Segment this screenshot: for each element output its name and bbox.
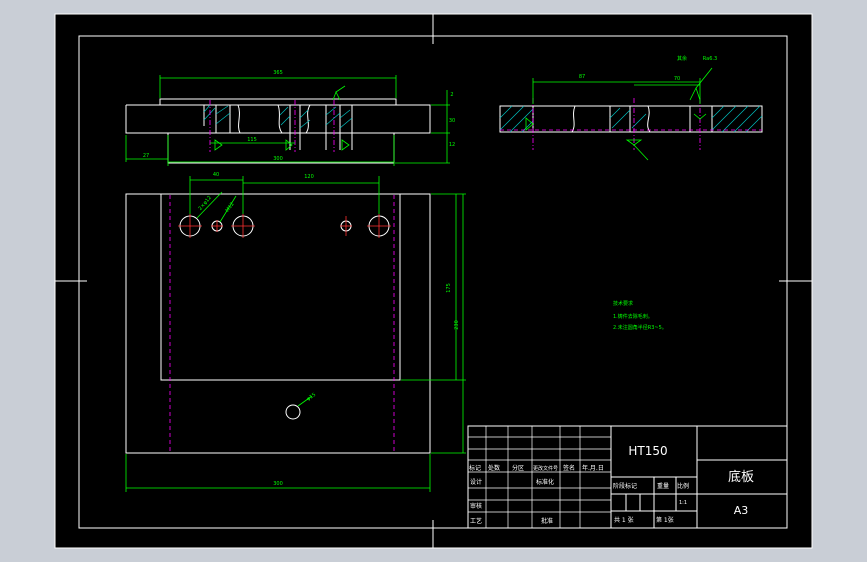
dim-left-offset: 27: [143, 153, 149, 159]
tb-sheet-no: 第 1张: [656, 516, 674, 524]
tb-scale-value: 1:1: [679, 500, 687, 506]
sheet-size: A3: [734, 504, 749, 517]
plan-dim-top: 120: [304, 174, 314, 180]
tb-scale: 比例: [677, 482, 689, 490]
tb-weight: 重量: [657, 482, 669, 490]
tb-count: 处数: [488, 464, 500, 472]
material-label: HT150: [628, 444, 667, 458]
notes-line-1: 1.铸件去除毛刺。: [613, 313, 653, 320]
roughness-symbol: Ra6.3: [703, 56, 717, 62]
plan-width-bottom: 300: [273, 481, 283, 487]
plan-height-inner: 175: [446, 283, 452, 293]
tb-marking: 标记: [469, 464, 481, 472]
part-name: 底板: [728, 469, 754, 485]
tb-process: 工艺: [470, 517, 482, 525]
side-dim-partial: 70: [674, 76, 680, 82]
tb-date: 年.月.日: [582, 464, 604, 472]
tb-review: 审核: [470, 502, 482, 510]
dim-overall-width: 365: [273, 70, 283, 76]
tb-stage-mark: 阶段标记: [613, 482, 637, 490]
tb-change-doc: 更改文件号: [533, 465, 558, 472]
tb-approve: 批准: [541, 517, 553, 525]
tb-zone: 分区: [512, 464, 524, 472]
tb-design: 设计: [470, 478, 482, 486]
dim-height-1: 2: [450, 92, 453, 98]
dim-small-1: 115: [247, 137, 257, 143]
tb-signature: 签名: [563, 464, 575, 472]
tb-sheets-total: 共 1 张: [614, 516, 634, 524]
side-dim-overall: 87: [579, 74, 585, 80]
dim-mid-width: 300: [273, 156, 283, 162]
plan-height-outer: 230: [454, 320, 460, 330]
roughness-note: 其余: [677, 55, 687, 62]
cad-viewport[interactable]: 365 27 300 115 2 30 12 87 70 Ra6.3 其余 40…: [0, 0, 867, 562]
dim-height-2: 30: [449, 118, 455, 124]
tb-standardize: 标准化: [536, 478, 554, 486]
dim-height-3: 12: [449, 142, 455, 148]
notes-line-2: 2.未注圆角半径R3~5。: [613, 324, 667, 331]
notes-title: 技术要求: [613, 300, 633, 307]
plan-dim-left: 40: [213, 172, 219, 178]
